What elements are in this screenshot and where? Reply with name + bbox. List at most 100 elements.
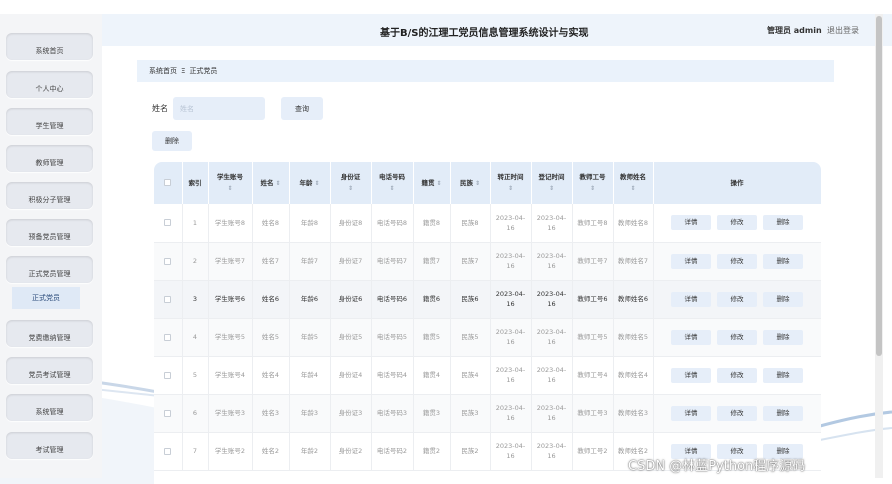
sidebar-subitem-full-members[interactable]: 正式党员 (12, 287, 80, 309)
cell-phone: 电话号码5 (371, 318, 414, 357)
col-id-card[interactable]: 身份证 ⇕ (330, 162, 372, 204)
row-checkbox[interactable] (154, 356, 183, 395)
row-actions: 详情 修改 删除 (653, 280, 821, 319)
sidebar: 系统首页 个人中心 学生管理 教师管理 积极分子管理 预备党员管理 正式党员管理… (0, 14, 102, 478)
delete-button[interactable]: 删除 (763, 253, 803, 269)
edit-button[interactable]: 修改 (717, 215, 757, 231)
logout-link[interactable]: 退出登录 (827, 25, 859, 36)
delete-button[interactable]: 删除 (763, 215, 803, 231)
sort-icon[interactable]: ⇕ (331, 184, 371, 193)
cell-teacher-no: 教师工号7 (572, 242, 614, 281)
row-checkbox[interactable] (154, 318, 183, 357)
delete-button[interactable]: 删除 (763, 405, 803, 421)
edit-button[interactable]: 修改 (717, 253, 757, 269)
search-name-label: 姓名 (152, 104, 168, 113)
delete-button[interactable]: 删除 (763, 367, 803, 383)
col-reg-time[interactable]: 登记时间 ⇕ (531, 162, 573, 204)
cell-student-no: 学生账号3 (208, 394, 253, 433)
cell-index: 6 (182, 394, 209, 433)
col-student-no[interactable]: 学生账号 ⇕ (208, 162, 253, 204)
sidebar-item-home[interactable]: 系统首页 (6, 33, 93, 60)
table-row[interactable]: 2 学生账号7 姓名7 年龄7 身份证7 电话号码7 籍贯7 民族7 2023-04-16 202… (154, 242, 821, 281)
table-row[interactable]: 5 学生账号4 姓名4 年龄4 身份证4 电话号码4 籍贯4 民族4 2023-04-16 202… (154, 356, 821, 395)
sort-icon[interactable]: ⇕ (532, 184, 572, 193)
col-teacher-no[interactable]: 教师工号 ⇕ (572, 162, 614, 204)
cell-age: 年龄3 (289, 394, 331, 433)
breadcrumb: 系统首页 Ξ 正式党员 (137, 60, 834, 82)
detail-button[interactable]: 详情 (671, 367, 711, 383)
delete-button[interactable]: 删除 (763, 329, 803, 345)
breadcrumb-home[interactable]: 系统首页 (149, 66, 177, 76)
sort-icon[interactable]: ⇕ (475, 180, 480, 187)
edit-button[interactable]: 修改 (717, 367, 757, 383)
sidebar-item-dues[interactable]: 党费缴纳管理 (6, 320, 93, 347)
row-checkbox[interactable] (154, 394, 183, 433)
sort-icon[interactable]: ⇕ (314, 180, 319, 187)
row-checkbox[interactable] (154, 204, 183, 243)
members-table: 索引 学生账号 ⇕ 姓名 ⇕ 年龄 ⇕ 身份证 ⇕ 电话号码 ⇕ 籍贯 ⇕ 民族 ⇕ 转正时间… (154, 162, 821, 484)
table-row[interactable]: 6 学生账号3 姓名3 年龄3 身份证3 电话号码3 籍贯3 民族3 2023-04-16 202… (154, 394, 821, 433)
search-name-input[interactable] (173, 97, 265, 120)
batch-delete-button[interactable]: 删除 (152, 131, 192, 151)
delete-button[interactable]: 删除 (763, 291, 803, 307)
sort-icon[interactable]: ⇕ (209, 184, 252, 193)
cell-id-card: 身份证4 (330, 356, 372, 395)
sidebar-item-exams[interactable]: 考试管理 (6, 432, 93, 459)
sort-icon[interactable]: ⇕ (491, 184, 531, 193)
sidebar-item-label: 预备党员管理 (28, 233, 71, 241)
scrollbar-thumb[interactable] (876, 16, 882, 356)
sort-icon[interactable]: ⇕ (275, 180, 280, 187)
col-cert-time[interactable]: 转正时间 ⇕ (490, 162, 532, 204)
edit-button[interactable]: 修改 (717, 329, 757, 345)
cell-ethnic: 民族5 (450, 318, 491, 357)
cell-name: 姓名3 (252, 394, 290, 433)
cell-teacher-no: 教师工号3 (572, 394, 614, 433)
sidebar-item-probationary[interactable]: 预备党员管理 (6, 219, 93, 246)
detail-button[interactable]: 详情 (671, 329, 711, 345)
table-row[interactable]: 3 学生账号6 姓名6 年龄6 身份证6 电话号码6 籍贯6 民族6 2023-04-16 202… (154, 280, 821, 319)
sidebar-item-full-members[interactable]: 正式党员管理 (6, 256, 93, 283)
sidebar-item-label: 系统管理 (35, 408, 64, 416)
sort-icon[interactable]: ⇕ (372, 184, 413, 193)
table-row[interactable]: 4 学生账号5 姓名5 年龄5 身份证5 电话号码5 籍贯5 民族5 2023-04-16 202… (154, 318, 821, 357)
col-ethnic[interactable]: 民族 ⇕ (450, 162, 491, 204)
sort-icon[interactable]: ⇕ (436, 180, 441, 187)
sort-icon[interactable]: ⇕ (614, 184, 653, 193)
page-scrollbar[interactable] (875, 14, 883, 478)
col-phone[interactable]: 电话号码 ⇕ (371, 162, 414, 204)
col-teacher-name[interactable]: 教师姓名 ⇕ (613, 162, 654, 204)
cell-phone: 电话号码8 (371, 204, 414, 243)
query-button[interactable]: 查询 (281, 97, 323, 120)
col-native[interactable]: 籍贯 ⇕ (413, 162, 451, 204)
row-actions: 详情 修改 删除 (653, 356, 821, 395)
row-checkbox[interactable] (154, 432, 183, 471)
cell-index: 1 (182, 204, 209, 243)
breadcrumb-separator-icon: Ξ (181, 67, 186, 75)
cell-teacher-no: 教师工号2 (572, 432, 614, 471)
row-checkbox[interactable] (154, 242, 183, 281)
sidebar-item-profile[interactable]: 个人中心 (6, 71, 93, 98)
row-checkbox[interactable] (154, 280, 183, 319)
sidebar-item-label: 教师管理 (35, 159, 64, 167)
col-name[interactable]: 姓名 ⇕ (252, 162, 290, 204)
table-header-row: 索引 学生账号 ⇕ 姓名 ⇕ 年龄 ⇕ 身份证 ⇕ 电话号码 ⇕ 籍贯 ⇕ 民族 ⇕ 转正时间… (154, 162, 821, 204)
detail-button[interactable]: 详情 (671, 215, 711, 231)
cell-age: 年龄6 (289, 280, 331, 319)
sort-icon[interactable]: ⇕ (573, 184, 613, 193)
edit-button[interactable]: 修改 (717, 291, 757, 307)
edit-button[interactable]: 修改 (717, 405, 757, 421)
sidebar-item-teachers[interactable]: 教师管理 (6, 145, 93, 172)
col-age[interactable]: 年龄 ⇕ (289, 162, 331, 204)
detail-button[interactable]: 详情 (671, 405, 711, 421)
sidebar-item-students[interactable]: 学生管理 (6, 108, 93, 135)
cell-id-card: 身份证2 (330, 432, 372, 471)
detail-button[interactable]: 详情 (671, 291, 711, 307)
table-row[interactable]: 1 学生账号8 姓名8 年龄8 身份证8 电话号码8 籍贯8 民族8 2023-04-16 202… (154, 204, 821, 243)
sidebar-item-activists[interactable]: 积极分子管理 (6, 182, 93, 209)
cell-ethnic: 民族2 (450, 432, 491, 471)
sidebar-item-member-exams[interactable]: 党员考试管理 (6, 357, 93, 384)
detail-button[interactable]: 详情 (671, 253, 711, 269)
select-all-checkbox[interactable] (154, 162, 183, 204)
sidebar-item-system[interactable]: 系统管理 (6, 394, 93, 421)
cell-phone: 电话号码6 (371, 280, 414, 319)
